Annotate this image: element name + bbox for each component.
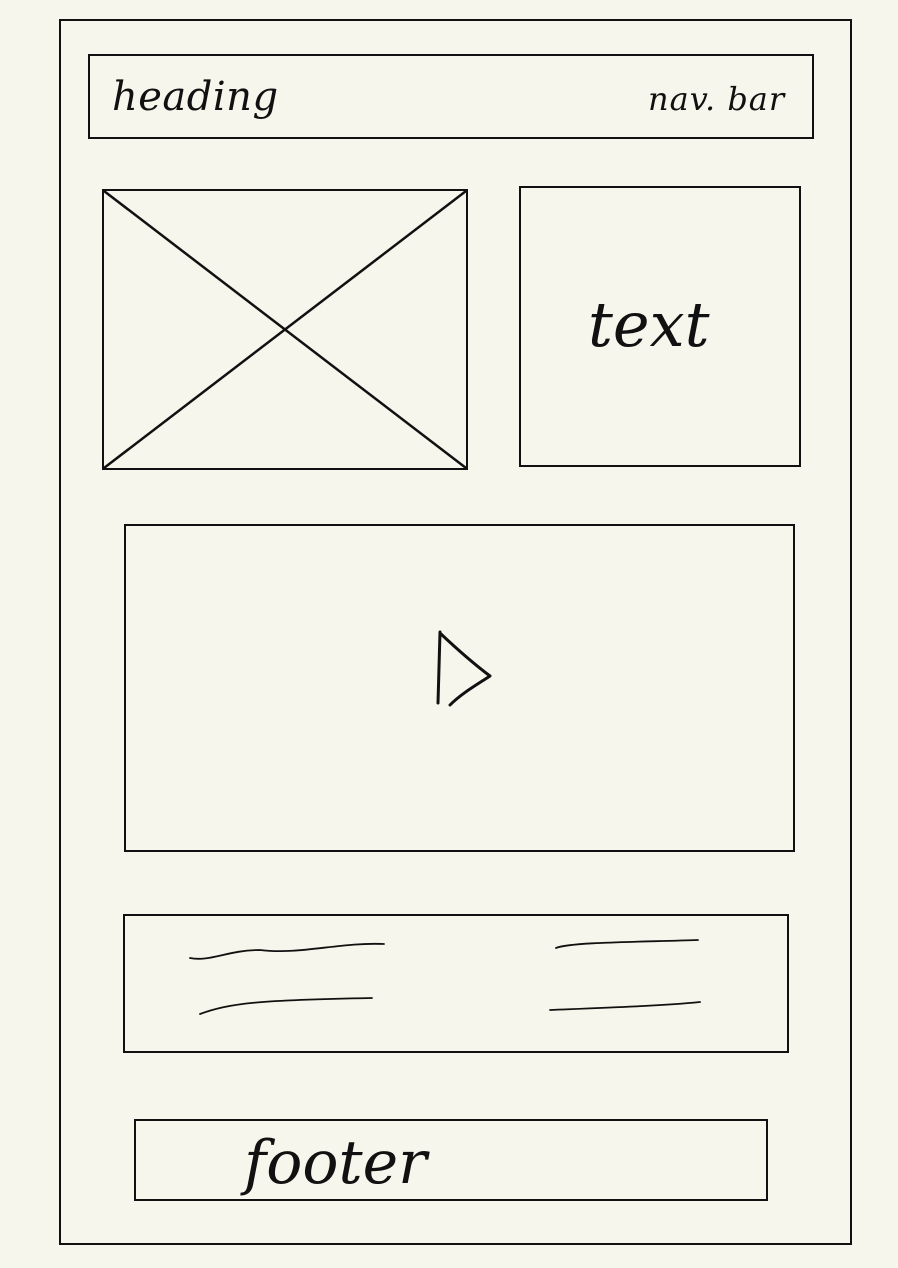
- play-icon[interactable]: [436, 630, 492, 707]
- sketch-overlay: [103, 190, 701, 1015]
- scribble-line-1: [189, 942, 385, 960]
- scribble-line-2: [199, 997, 373, 1015]
- scribble-line-4: [549, 1001, 701, 1011]
- scribble-line-3: [555, 939, 699, 949]
- scribble-line-icon: [189, 939, 701, 1015]
- image-placeholder-icon: [103, 190, 467, 469]
